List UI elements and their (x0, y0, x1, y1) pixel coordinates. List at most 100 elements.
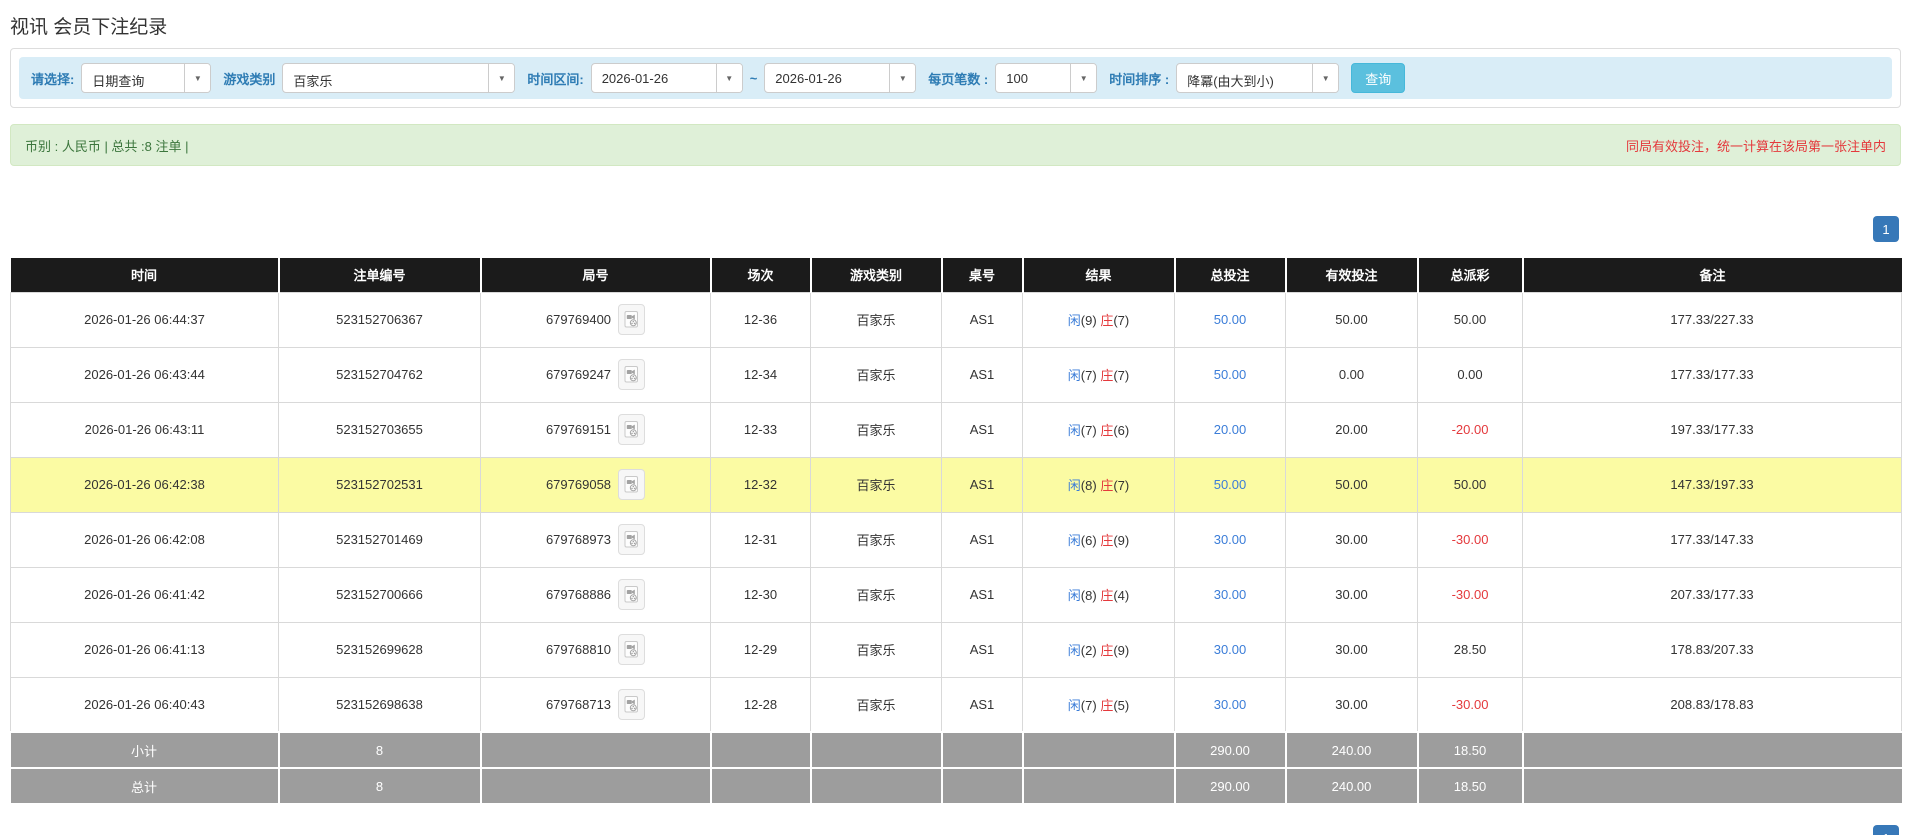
total-bet-link[interactable]: 50.00 (1214, 367, 1247, 382)
cell-table-number: AS1 (941, 676, 1023, 733)
cell-payout: -20.00 (1417, 401, 1523, 458)
video-record-icon (624, 311, 639, 328)
footer-valid-bet: 240.00 (1284, 767, 1419, 805)
view-video-button[interactable] (618, 524, 646, 555)
cell-round-number: 679768713 (480, 676, 711, 733)
chevron-down-icon[interactable]: ▼ (715, 64, 742, 92)
query-type-select[interactable]: 日期查询 ▼ (81, 63, 212, 93)
cell-remark: 177.33/227.33 (1522, 291, 1902, 348)
table-row: 2026-01-26 06:40:43 523152698638 679768713… (10, 676, 1902, 733)
cell-time: 2026-01-26 06:41:42 (10, 566, 279, 623)
cell-table-number: AS1 (941, 621, 1023, 678)
cell-total-bet: 30.00 (1174, 621, 1286, 678)
page-button[interactable]: 1 (1873, 825, 1899, 835)
result-banker-points: (9) (1113, 643, 1130, 658)
cell-valid-bet: 0.00 (1285, 346, 1418, 403)
column-header: 注单编号 (278, 258, 482, 292)
video-record-icon (624, 366, 639, 383)
cell-valid-bet: 30.00 (1285, 511, 1418, 568)
time-sort-select[interactable]: 降冪(由大到小) ▼ (1176, 63, 1340, 93)
total-bet-link[interactable]: 30.00 (1214, 532, 1247, 547)
table-row: 2026-01-26 06:41:13 523152699628 679768810… (10, 621, 1902, 678)
date-from-value: 2026-01-26 (601, 71, 669, 86)
page-title: 视讯 会员下注纪录 (10, 17, 168, 38)
view-video-button[interactable] (618, 469, 646, 500)
result-player-points: (6) (1080, 533, 1097, 548)
view-video-button[interactable] (618, 359, 646, 390)
round-number-text: 679768886 (545, 587, 612, 602)
cell-table-number: AS1 (941, 566, 1023, 623)
chevron-down-icon[interactable]: ▼ (1070, 64, 1097, 92)
total-bet-link[interactable]: 30.00 (1214, 587, 1247, 602)
round-number-text: 679769058 (545, 477, 612, 492)
pagination-top: 1 (12, 216, 1899, 242)
chevron-down-icon[interactable]: ▼ (1312, 64, 1339, 92)
cell-result: 闲(7) 庄(7) (1022, 346, 1175, 403)
round-number-text: 679769151 (545, 422, 612, 437)
result-player-points: (2) (1080, 643, 1097, 658)
cell-session: 12-30 (710, 566, 811, 623)
view-video-button[interactable] (618, 579, 646, 610)
chevron-down-icon[interactable]: ▼ (184, 64, 211, 92)
pagination-bottom: 1 (12, 825, 1899, 835)
cell-remark: 177.33/147.33 (1522, 511, 1902, 568)
view-video-button[interactable] (618, 688, 646, 720)
result-player-points: (8) (1080, 588, 1097, 603)
round-number-text: 679768810 (545, 642, 612, 657)
result-banker: 庄 (1100, 533, 1114, 548)
cell-round-number: 679768973 (480, 511, 711, 568)
footer-empty (1521, 731, 1902, 769)
table-row: 2026-01-26 06:43:44 523152704762 679769247… (10, 346, 1902, 403)
cell-time: 2026-01-26 06:41:13 (10, 621, 279, 678)
total-bet-link[interactable]: 30.00 (1214, 697, 1247, 712)
game-type-value: 百家乐 (293, 74, 333, 89)
total-bet-link[interactable]: 20.00 (1214, 422, 1247, 437)
cell-valid-bet: 50.00 (1285, 456, 1418, 513)
date-to-input[interactable]: 2026-01-26 ▼ (764, 63, 917, 93)
filter-panel: 请选择: 日期查询 ▼ 游戏类别 百家乐 ▼ 时间区间: 2026-01-26 … (10, 48, 1901, 108)
currency-total-text: 币别 : 人民币 | 总共 :8 注单 | (25, 138, 189, 154)
result-banker-points: (9) (1113, 533, 1130, 548)
cell-payout: 50.00 (1417, 456, 1523, 513)
view-video-button[interactable] (618, 414, 646, 445)
cell-total-bet: 50.00 (1174, 291, 1286, 348)
chevron-down-icon[interactable]: ▼ (889, 64, 916, 92)
game-type-select[interactable]: 百家乐 ▼ (282, 63, 516, 93)
date-from-input[interactable]: 2026-01-26 ▼ (590, 63, 743, 93)
total-bet-link[interactable]: 50.00 (1214, 477, 1247, 492)
bet-records-table: 时间 注单编号 局号 场次 游戏类别 桌号 结果 总投注 有效投注 总派彩 备注 2026-01-2… (10, 258, 1902, 805)
cell-payout: -30.00 (1417, 566, 1523, 623)
cell-table-number: AS1 (941, 401, 1023, 458)
chevron-down-icon[interactable]: ▼ (488, 64, 515, 92)
cell-total-bet: 30.00 (1174, 676, 1286, 733)
total-bet-link[interactable]: 30.00 (1214, 642, 1247, 657)
view-video-button[interactable] (618, 304, 646, 335)
view-video-button[interactable] (618, 634, 646, 665)
column-header: 时间 (10, 258, 280, 292)
cell-total-bet: 30.00 (1174, 566, 1286, 623)
game-type-label: 游戏类别 (223, 71, 276, 87)
cell-remark: 147.33/197.33 (1522, 456, 1902, 513)
cell-round-number: 679768810 (480, 621, 711, 678)
cell-payout: -30.00 (1417, 676, 1523, 733)
footer-empty (479, 731, 712, 769)
column-header: 有效投注 (1285, 258, 1419, 292)
cell-total-bet: 50.00 (1174, 346, 1286, 403)
result-player: 闲 (1067, 697, 1081, 713)
cell-remark: 197.33/177.33 (1522, 401, 1902, 458)
footer-empty (809, 767, 943, 805)
result-player-points: (8) (1080, 478, 1097, 493)
footer-payout: 18.50 (1416, 767, 1524, 805)
column-header: 总投注 (1174, 258, 1287, 292)
footer-count: 8 (277, 731, 482, 769)
query-type-label: 请选择: (31, 71, 75, 87)
result-banker: 庄 (1100, 313, 1114, 328)
cell-bet-number: 523152698638 (278, 676, 481, 733)
search-button[interactable]: 查询 (1351, 63, 1406, 93)
page-size-select[interactable]: 100 ▼ (995, 63, 1098, 93)
footer-empty (809, 731, 943, 769)
cell-result: 闲(8) 庄(4) (1022, 566, 1175, 623)
total-bet-link[interactable]: 50.00 (1214, 312, 1247, 327)
footer-empty (1021, 731, 1176, 769)
page-button[interactable]: 1 (1873, 216, 1899, 242)
